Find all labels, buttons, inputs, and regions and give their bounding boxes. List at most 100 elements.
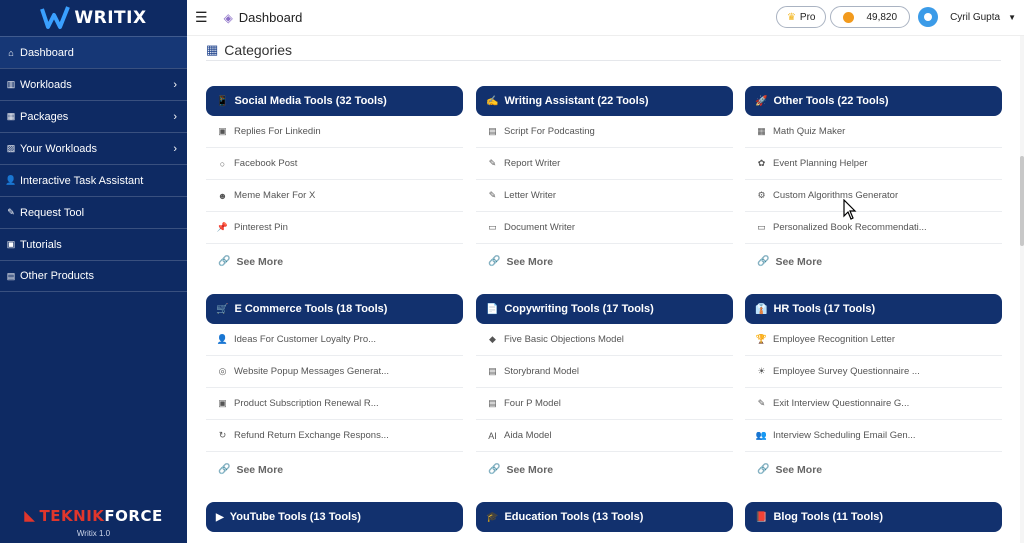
link-icon: 🔗: [218, 464, 231, 475]
tool-item[interactable]: ▦ Math Quiz Maker: [745, 116, 1002, 148]
tool-icon: AI: [488, 430, 497, 441]
category-card-header[interactable]: 📄 Copywriting Tools (17 Tools): [476, 294, 733, 324]
tool-icon: ▦: [757, 126, 766, 136]
category-card: 🚀 Other Tools (22 Tools) ▦ Math Quiz Maker ✿…: [745, 86, 1002, 279]
teknikforce-mark-icon: ◣: [24, 508, 36, 524]
scrollbar-thumb[interactable]: [1020, 156, 1024, 246]
sidebar: WRITIX ⌂ Dashboard ▥ Workloads › ▦ Packages › ▨ Y…: [0, 0, 187, 543]
tool-icon: ✎: [488, 158, 497, 168]
see-more-link[interactable]: 🔗 See More: [206, 244, 463, 279]
menu-toggle-icon[interactable]: ☰: [195, 9, 208, 26]
tool-item[interactable]: ✎ Report Writer: [476, 148, 733, 180]
category-card-header[interactable]: 📱 Social Media Tools (32 Tools): [206, 86, 463, 116]
chevron-down-icon[interactable]: ▼: [1008, 13, 1016, 22]
logo[interactable]: WRITIX: [0, 0, 187, 36]
tool-item[interactable]: ☻ Meme Maker For X: [206, 180, 463, 212]
sidebar-item-dashboard[interactable]: ⌂ Dashboard: [0, 36, 187, 68]
category-card-header[interactable]: 🚀 Other Tools (22 Tools): [745, 86, 1002, 116]
tool-label: Four P Model: [504, 398, 561, 409]
workloads-icon: ▥: [6, 79, 16, 89]
category-card-header[interactable]: 🎓 Education Tools (13 Tools): [476, 502, 733, 532]
tool-item[interactable]: ◎ Website Popup Messages Generat...: [206, 356, 463, 388]
tool-icon: ▤: [488, 126, 497, 136]
sidebar-item-your-workloads[interactable]: ▨ Your Workloads ›: [0, 132, 187, 164]
tool-icon: ○: [219, 158, 226, 169]
link-icon: 🔗: [757, 464, 770, 475]
assistant-icon: 👤: [5, 175, 17, 185]
see-more-link[interactable]: 🔗 See More: [476, 452, 733, 487]
category-icon: 📕: [755, 511, 768, 523]
tool-label: Five Basic Objections Model: [504, 334, 624, 345]
see-more-link[interactable]: 🔗 See More: [745, 244, 1002, 279]
user-name[interactable]: Cyril Gupta: [950, 12, 1000, 23]
see-more-link[interactable]: 🔗 See More: [476, 244, 733, 279]
sidebar-item-interactive-task-assistant[interactable]: 👤 Interactive Task Assistant: [0, 164, 187, 196]
tool-icon: ↻: [218, 430, 227, 440]
tool-label: Ideas For Customer Loyalty Pro...: [234, 334, 377, 345]
tool-item[interactable]: ▣ Replies For Linkedin: [206, 116, 463, 148]
tool-item[interactable]: ▭ Document Writer: [476, 212, 733, 244]
pro-button[interactable]: ♛ Pro: [775, 6, 827, 28]
tool-item[interactable]: ✎ Exit Interview Questionnaire G...: [745, 388, 1002, 420]
tool-item[interactable]: ◆ Five Basic Objections Model: [476, 324, 733, 356]
tool-item[interactable]: ▣ Product Subscription Renewal R...: [206, 388, 463, 420]
credits-button[interactable]: 49,820: [830, 6, 911, 28]
tool-label: Report Writer: [504, 158, 561, 169]
tool-item[interactable]: AI Aida Model: [476, 420, 733, 452]
tool-item[interactable]: 📌 Pinterest Pin: [206, 212, 463, 244]
tool-item[interactable]: ⚙ Custom Algorithms Generator: [745, 180, 1002, 212]
tool-icon: ⚙: [757, 190, 766, 200]
sidebar-item-label: Workloads: [20, 78, 72, 91]
category-card-header[interactable]: 👔 HR Tools (17 Tools): [745, 294, 1002, 324]
tool-icon: 📌: [216, 222, 229, 232]
tool-icon: ✎: [488, 190, 497, 200]
mouse-cursor-icon: [843, 199, 857, 220]
tool-label: Employee Recognition Letter: [773, 334, 895, 345]
tool-item[interactable]: ✎ Letter Writer: [476, 180, 733, 212]
tool-item[interactable]: ↻ Refund Return Exchange Respons...: [206, 420, 463, 452]
sidebar-item-other-products[interactable]: ▤ Other Products: [0, 260, 187, 292]
brand-footer: ◣ TEKNIK FORCE Writix 1.0: [0, 507, 187, 538]
tool-item[interactable]: ☀ Employee Survey Questionnaire ...: [745, 356, 1002, 388]
see-more-link[interactable]: 🔗 See More: [745, 452, 1002, 487]
sidebar-item-request-tool[interactable]: ✎ Request Tool: [0, 196, 187, 228]
sidebar-item-label: Request Tool: [20, 206, 85, 219]
tool-item[interactable]: ▤ Script For Podcasting: [476, 116, 733, 148]
tool-icon: ▣: [218, 126, 227, 136]
tool-item[interactable]: 🏆 Employee Recognition Letter: [745, 324, 1002, 356]
sidebar-item-packages[interactable]: ▦ Packages ›: [0, 100, 187, 132]
category-card-header[interactable]: ▶ YouTube Tools (13 Tools): [206, 502, 463, 532]
tool-item[interactable]: 👥 Interview Scheduling Email Gen...: [745, 420, 1002, 452]
tool-label: Personalized Book Recommendati...: [773, 222, 927, 233]
tool-item[interactable]: ▤ Four P Model: [476, 388, 733, 420]
tool-label: Website Popup Messages Generat...: [234, 366, 390, 377]
tool-item[interactable]: ▭ Personalized Book Recommendati...: [745, 212, 1002, 244]
avatar[interactable]: [918, 7, 939, 27]
section-title: Categories: [224, 42, 292, 58]
tool-icon: ▤: [488, 398, 497, 408]
sidebar-item-workloads[interactable]: ▥ Workloads ›: [0, 68, 187, 100]
tool-item[interactable]: ○ Facebook Post: [206, 148, 463, 180]
tool-label: Replies For Linkedin: [234, 126, 321, 137]
categories-icon: ▦: [206, 42, 219, 57]
tool-item[interactable]: ✿ Event Planning Helper: [745, 148, 1002, 180]
scrollbar[interactable]: [1020, 36, 1024, 543]
tool-icon: ☀: [757, 366, 766, 376]
sidebar-item-label: Tutorials: [20, 238, 62, 251]
category-card-header[interactable]: 📕 Blog Tools (11 Tools): [745, 502, 1002, 532]
tool-label: Event Planning Helper: [773, 158, 868, 169]
category-card-header[interactable]: 🛒 E Commerce Tools (18 Tools): [206, 294, 463, 324]
link-icon: 🔗: [757, 256, 770, 267]
sidebar-item-tutorials[interactable]: ▣ Tutorials: [0, 228, 187, 260]
tool-item[interactable]: ▤ Storybrand Model: [476, 356, 733, 388]
tool-item[interactable]: 👤 Ideas For Customer Loyalty Pro...: [206, 324, 463, 356]
tool-label: Storybrand Model: [504, 366, 579, 377]
category-card: ✍ Writing Assistant (22 Tools) ▤ Script For…: [476, 86, 733, 279]
tool-label: Meme Maker For X: [234, 190, 316, 201]
teknikforce-logo: ◣ TEKNIK FORCE: [24, 507, 162, 525]
category-icon: 📄: [486, 303, 499, 315]
category-card-header[interactable]: ✍ Writing Assistant (22 Tools): [476, 86, 733, 116]
tool-label: Script For Podcasting: [504, 126, 595, 137]
tool-label: Letter Writer: [504, 190, 557, 201]
see-more-link[interactable]: 🔗 See More: [206, 452, 463, 487]
